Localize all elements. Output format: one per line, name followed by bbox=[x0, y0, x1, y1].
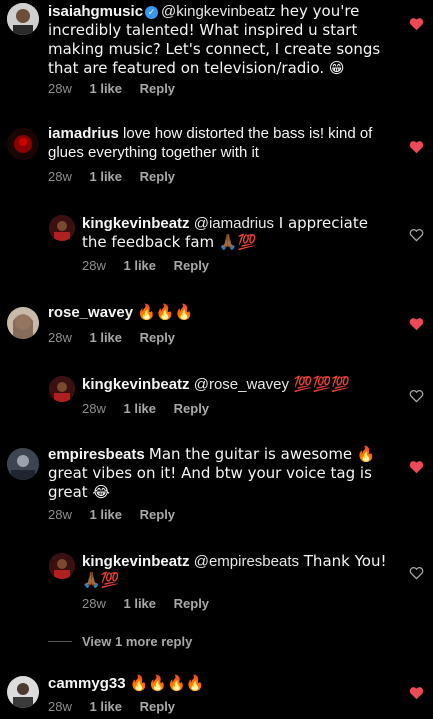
comment-username[interactable]: kingkevinbeatz bbox=[82, 376, 190, 393]
avatar[interactable] bbox=[7, 128, 39, 160]
comment-username[interactable]: rose_wavey bbox=[48, 304, 133, 321]
comment-username[interactable]: iamadrius bbox=[48, 125, 119, 142]
likes-count[interactable]: 1 like bbox=[89, 699, 122, 714]
divider-line bbox=[48, 641, 72, 642]
likes-count[interactable]: 1 like bbox=[89, 169, 122, 184]
reply-button[interactable]: Reply bbox=[174, 401, 209, 416]
likes-count[interactable]: 1 like bbox=[89, 330, 122, 345]
comment-time: 28w bbox=[82, 401, 106, 416]
avatar[interactable] bbox=[49, 553, 75, 579]
avatar[interactable] bbox=[7, 448, 39, 480]
reply-button[interactable]: Reply bbox=[140, 507, 175, 522]
likes-count[interactable]: 1 like bbox=[89, 507, 122, 522]
likes-count[interactable]: 1 like bbox=[123, 258, 156, 273]
comment-meta: 28w 1 like Reply bbox=[82, 596, 223, 611]
comment-username[interactable]: isaiahgmusic bbox=[48, 3, 143, 20]
reply-button[interactable]: Reply bbox=[140, 81, 175, 96]
comment-username[interactable]: kingkevinbeatz bbox=[82, 215, 190, 232]
heart-outline-icon[interactable] bbox=[409, 228, 424, 242]
view-more-label: View 1 more reply bbox=[82, 634, 193, 649]
view-more-replies-button[interactable]: View 1 more reply bbox=[48, 634, 192, 649]
comment-meta: 28w 1 like Reply bbox=[82, 258, 223, 273]
likes-count[interactable]: 1 like bbox=[89, 81, 122, 96]
heart-filled-icon[interactable] bbox=[409, 460, 424, 474]
comment-text: 🔥🔥🔥🔥 bbox=[129, 674, 205, 692]
avatar[interactable] bbox=[7, 3, 39, 35]
comment-time: 28w bbox=[48, 169, 72, 184]
comment-meta: 28w 1 like Reply bbox=[48, 699, 189, 714]
mention-link[interactable]: @rose_wavey bbox=[194, 376, 289, 393]
comment-time: 28w bbox=[48, 81, 72, 96]
comment-time: 28w bbox=[48, 330, 72, 345]
comment-time: 28w bbox=[82, 596, 106, 611]
reply-button[interactable]: Reply bbox=[174, 258, 209, 273]
heart-filled-icon[interactable] bbox=[409, 686, 424, 700]
heart-outline-icon[interactable] bbox=[409, 389, 424, 403]
avatar[interactable] bbox=[7, 307, 39, 339]
heart-filled-icon[interactable] bbox=[409, 140, 424, 154]
reply-button[interactable]: Reply bbox=[140, 699, 175, 714]
comment-meta: 28w 1 like Reply bbox=[82, 401, 223, 416]
reply-button[interactable]: Reply bbox=[174, 596, 209, 611]
verified-badge-icon: ✓ bbox=[145, 6, 159, 19]
comment-username[interactable]: cammyg33 bbox=[48, 675, 126, 692]
mention-link[interactable]: @iamadrius bbox=[194, 215, 274, 232]
comment-meta: 28w 1 like Reply bbox=[48, 81, 189, 96]
comment-time: 28w bbox=[82, 258, 106, 273]
heart-filled-icon[interactable] bbox=[409, 17, 424, 31]
avatar[interactable] bbox=[49, 215, 75, 241]
heart-outline-icon[interactable] bbox=[409, 566, 424, 580]
mention-link[interactable]: @kingkevinbeatz bbox=[161, 3, 275, 20]
comment-time: 28w bbox=[48, 699, 72, 714]
avatar[interactable] bbox=[7, 676, 39, 708]
comment-meta: 28w 1 like Reply bbox=[48, 507, 189, 522]
likes-count[interactable]: 1 like bbox=[123, 401, 156, 416]
heart-filled-icon[interactable] bbox=[409, 317, 424, 331]
comment-username[interactable]: kingkevinbeatz bbox=[82, 553, 190, 570]
comment-time: 28w bbox=[48, 507, 72, 522]
comment-username[interactable]: empiresbeats bbox=[48, 446, 145, 463]
reply-button[interactable]: Reply bbox=[140, 330, 175, 345]
avatar[interactable] bbox=[49, 376, 75, 402]
comment-text: 🔥🔥🔥 bbox=[137, 303, 194, 321]
likes-count[interactable]: 1 like bbox=[123, 596, 156, 611]
reply-button[interactable]: Reply bbox=[140, 169, 175, 184]
mention-link[interactable]: @empiresbeats bbox=[194, 553, 299, 570]
comment-text: 💯💯💯 bbox=[289, 375, 350, 393]
comment-meta: 28w 1 like Reply bbox=[48, 169, 189, 184]
comment-meta: 28w 1 like Reply bbox=[48, 330, 189, 345]
